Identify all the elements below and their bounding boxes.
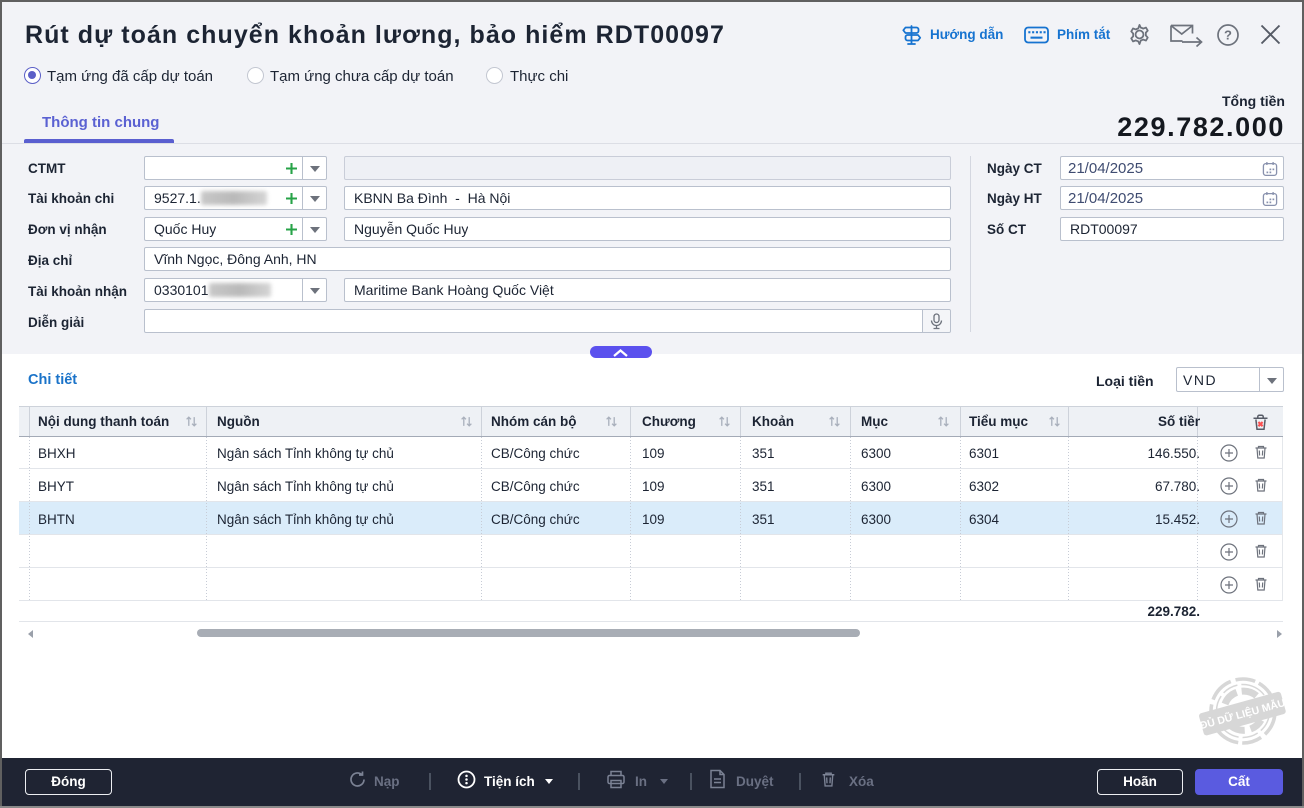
svg-text:?: ? — [1224, 28, 1232, 43]
